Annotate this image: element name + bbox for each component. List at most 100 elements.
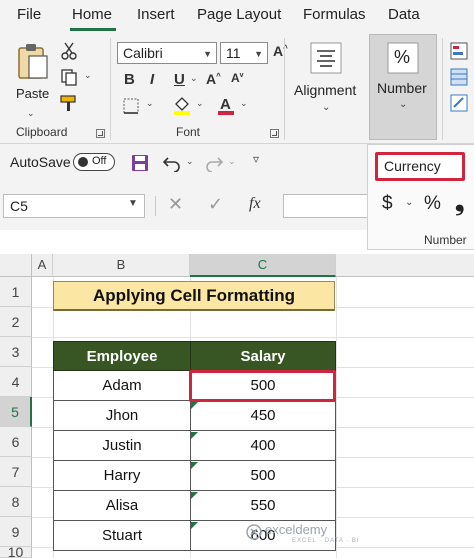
- borders-dropdown-chevron-icon[interactable]: ⌄: [146, 98, 154, 109]
- salary-cell[interactable]: 500: [190, 461, 336, 491]
- row-header-5[interactable]: 5: [0, 397, 32, 427]
- font-dialog-launcher-icon[interactable]: [270, 129, 279, 138]
- currency-format-icon[interactable]: $: [382, 193, 393, 215]
- error-indicator-icon[interactable]: [191, 492, 198, 499]
- row-header-2[interactable]: 2: [0, 307, 32, 337]
- paste-dropdown-chevron-icon[interactable]: ⌄: [27, 108, 35, 119]
- row-header-9[interactable]: 9: [0, 517, 32, 547]
- name-box-chevron-down-icon[interactable]: ▼: [128, 198, 138, 209]
- number-format-value: Currency: [384, 158, 441, 174]
- table-header-employee[interactable]: Employee: [53, 341, 191, 371]
- increase-font-icon[interactable]: A^: [206, 71, 221, 87]
- error-indicator-icon[interactable]: [191, 522, 198, 529]
- error-indicator-icon[interactable]: [191, 432, 198, 439]
- currency-dropdown-chevron-icon[interactable]: ⌄: [405, 197, 413, 208]
- borders-icon[interactable]: [122, 97, 140, 115]
- autosave-toggle[interactable]: Off: [73, 153, 115, 171]
- bold-icon[interactable]: B: [124, 71, 135, 88]
- row-header-4[interactable]: 4: [0, 367, 32, 397]
- save-icon[interactable]: [131, 154, 149, 172]
- underline-icon[interactable]: U: [174, 71, 185, 88]
- tab-insert[interactable]: Insert: [137, 6, 175, 23]
- tab-page-layout[interactable]: Page Layout: [197, 6, 281, 23]
- number-button[interactable]: % Number ⌄: [369, 34, 437, 140]
- enter-icon[interactable]: ✓: [208, 194, 223, 215]
- error-indicator-icon[interactable]: [191, 402, 198, 409]
- employee-cell[interactable]: Stuart: [53, 521, 191, 551]
- name-box[interactable]: C5: [3, 194, 145, 218]
- salary-cell[interactable]: 450: [190, 401, 336, 431]
- clipboard-dialog-launcher-icon[interactable]: [96, 129, 105, 138]
- redo-dropdown-chevron-icon[interactable]: ⌄: [228, 156, 236, 167]
- salary-cell[interactable]: 550: [190, 491, 336, 521]
- row-header-3[interactable]: 3: [0, 337, 32, 367]
- font-size-value: 11: [226, 45, 241, 61]
- employee-cell[interactable]: Justin: [53, 431, 191, 461]
- column-header-d[interactable]: [336, 254, 474, 277]
- cancel-icon[interactable]: ✕: [168, 194, 183, 215]
- row-header-8[interactable]: 8: [0, 487, 32, 517]
- fill-color-dropdown-chevron-icon[interactable]: ⌄: [196, 98, 204, 109]
- tab-formulas[interactable]: Formulas: [303, 6, 366, 23]
- clipboard-icon: [18, 44, 48, 79]
- formula-divider: [155, 196, 156, 216]
- format-as-table-icon[interactable]: [450, 68, 468, 86]
- svg-text:A: A: [220, 96, 231, 113]
- customize-toolbar-chevron-icon[interactable]: ▿: [253, 152, 259, 166]
- percent-style-icon[interactable]: %: [424, 193, 441, 215]
- tab-home[interactable]: Home: [72, 6, 112, 23]
- row-header-7[interactable]: 7: [0, 457, 32, 487]
- select-all-corner[interactable]: [0, 254, 32, 277]
- tab-file[interactable]: File: [17, 6, 41, 23]
- increase-font-size-icon[interactable]: A^: [273, 43, 288, 59]
- italic-icon[interactable]: I: [150, 71, 154, 88]
- formula-input[interactable]: [283, 194, 367, 218]
- cut-icon[interactable]: [60, 42, 78, 60]
- alignment-button[interactable]: Alignment ⌄: [290, 38, 362, 138]
- error-indicator-icon[interactable]: [191, 462, 198, 469]
- format-painter-icon[interactable]: [59, 94, 79, 112]
- redo-icon[interactable]: [204, 154, 224, 172]
- number-format-select[interactable]: Currency: [375, 152, 465, 181]
- copy-dropdown-chevron-icon[interactable]: ⌄: [84, 70, 92, 81]
- decrease-font-icon[interactable]: Av: [231, 71, 244, 85]
- column-header-c[interactable]: C: [190, 254, 336, 277]
- menu-bar: File Home Insert Page Layout Formulas Da…: [0, 0, 474, 34]
- font-group-label: Font: [176, 125, 201, 139]
- paste-button[interactable]: Paste: [14, 40, 52, 102]
- gridline: [336, 277, 337, 558]
- chevron-down-icon: ▼: [203, 49, 212, 59]
- row-header-6[interactable]: 6: [0, 427, 32, 457]
- watermark-brand: exceldemy: [265, 522, 328, 537]
- cell-styles-icon[interactable]: [450, 94, 468, 112]
- paste-label: Paste: [16, 86, 50, 101]
- undo-icon[interactable]: [162, 154, 182, 172]
- copy-icon[interactable]: [60, 68, 78, 86]
- column-header-b[interactable]: B: [53, 254, 190, 277]
- fill-color-swatch: [174, 111, 190, 115]
- employee-cell[interactable]: Harry: [53, 461, 191, 491]
- salary-cell[interactable]: 400: [190, 431, 336, 461]
- sheet-title-cell[interactable]: Applying Cell Formatting: [53, 281, 335, 311]
- font-size-select[interactable]: 11 ▼: [220, 42, 268, 64]
- font-color-dropdown-chevron-icon[interactable]: ⌄: [240, 98, 248, 109]
- row-header-10[interactable]: 10: [0, 547, 32, 558]
- font-name-select[interactable]: Calibri ▼: [117, 42, 217, 64]
- column-header-a[interactable]: A: [32, 254, 53, 277]
- fill-color-icon[interactable]: [172, 95, 192, 115]
- insert-function-icon[interactable]: fx: [249, 195, 261, 213]
- employee-cell[interactable]: Alisa: [53, 491, 191, 521]
- font-color-icon[interactable]: A: [216, 95, 236, 115]
- underline-dropdown-chevron-icon[interactable]: ⌄: [190, 73, 198, 84]
- conditional-formatting-icon[interactable]: [450, 42, 468, 60]
- employee-cell[interactable]: Jhon: [53, 401, 191, 431]
- undo-dropdown-chevron-icon[interactable]: ⌄: [186, 156, 194, 167]
- number-label: Number: [377, 80, 427, 96]
- tab-data[interactable]: Data: [388, 6, 420, 23]
- comma-style-icon[interactable]: ❟: [455, 189, 464, 217]
- group-divider: [110, 38, 111, 140]
- alignment-label: Alignment: [294, 82, 357, 98]
- table-header-salary[interactable]: Salary: [190, 341, 336, 371]
- row-header-1[interactable]: 1: [0, 277, 32, 307]
- employee-cell[interactable]: Adam: [53, 371, 191, 401]
